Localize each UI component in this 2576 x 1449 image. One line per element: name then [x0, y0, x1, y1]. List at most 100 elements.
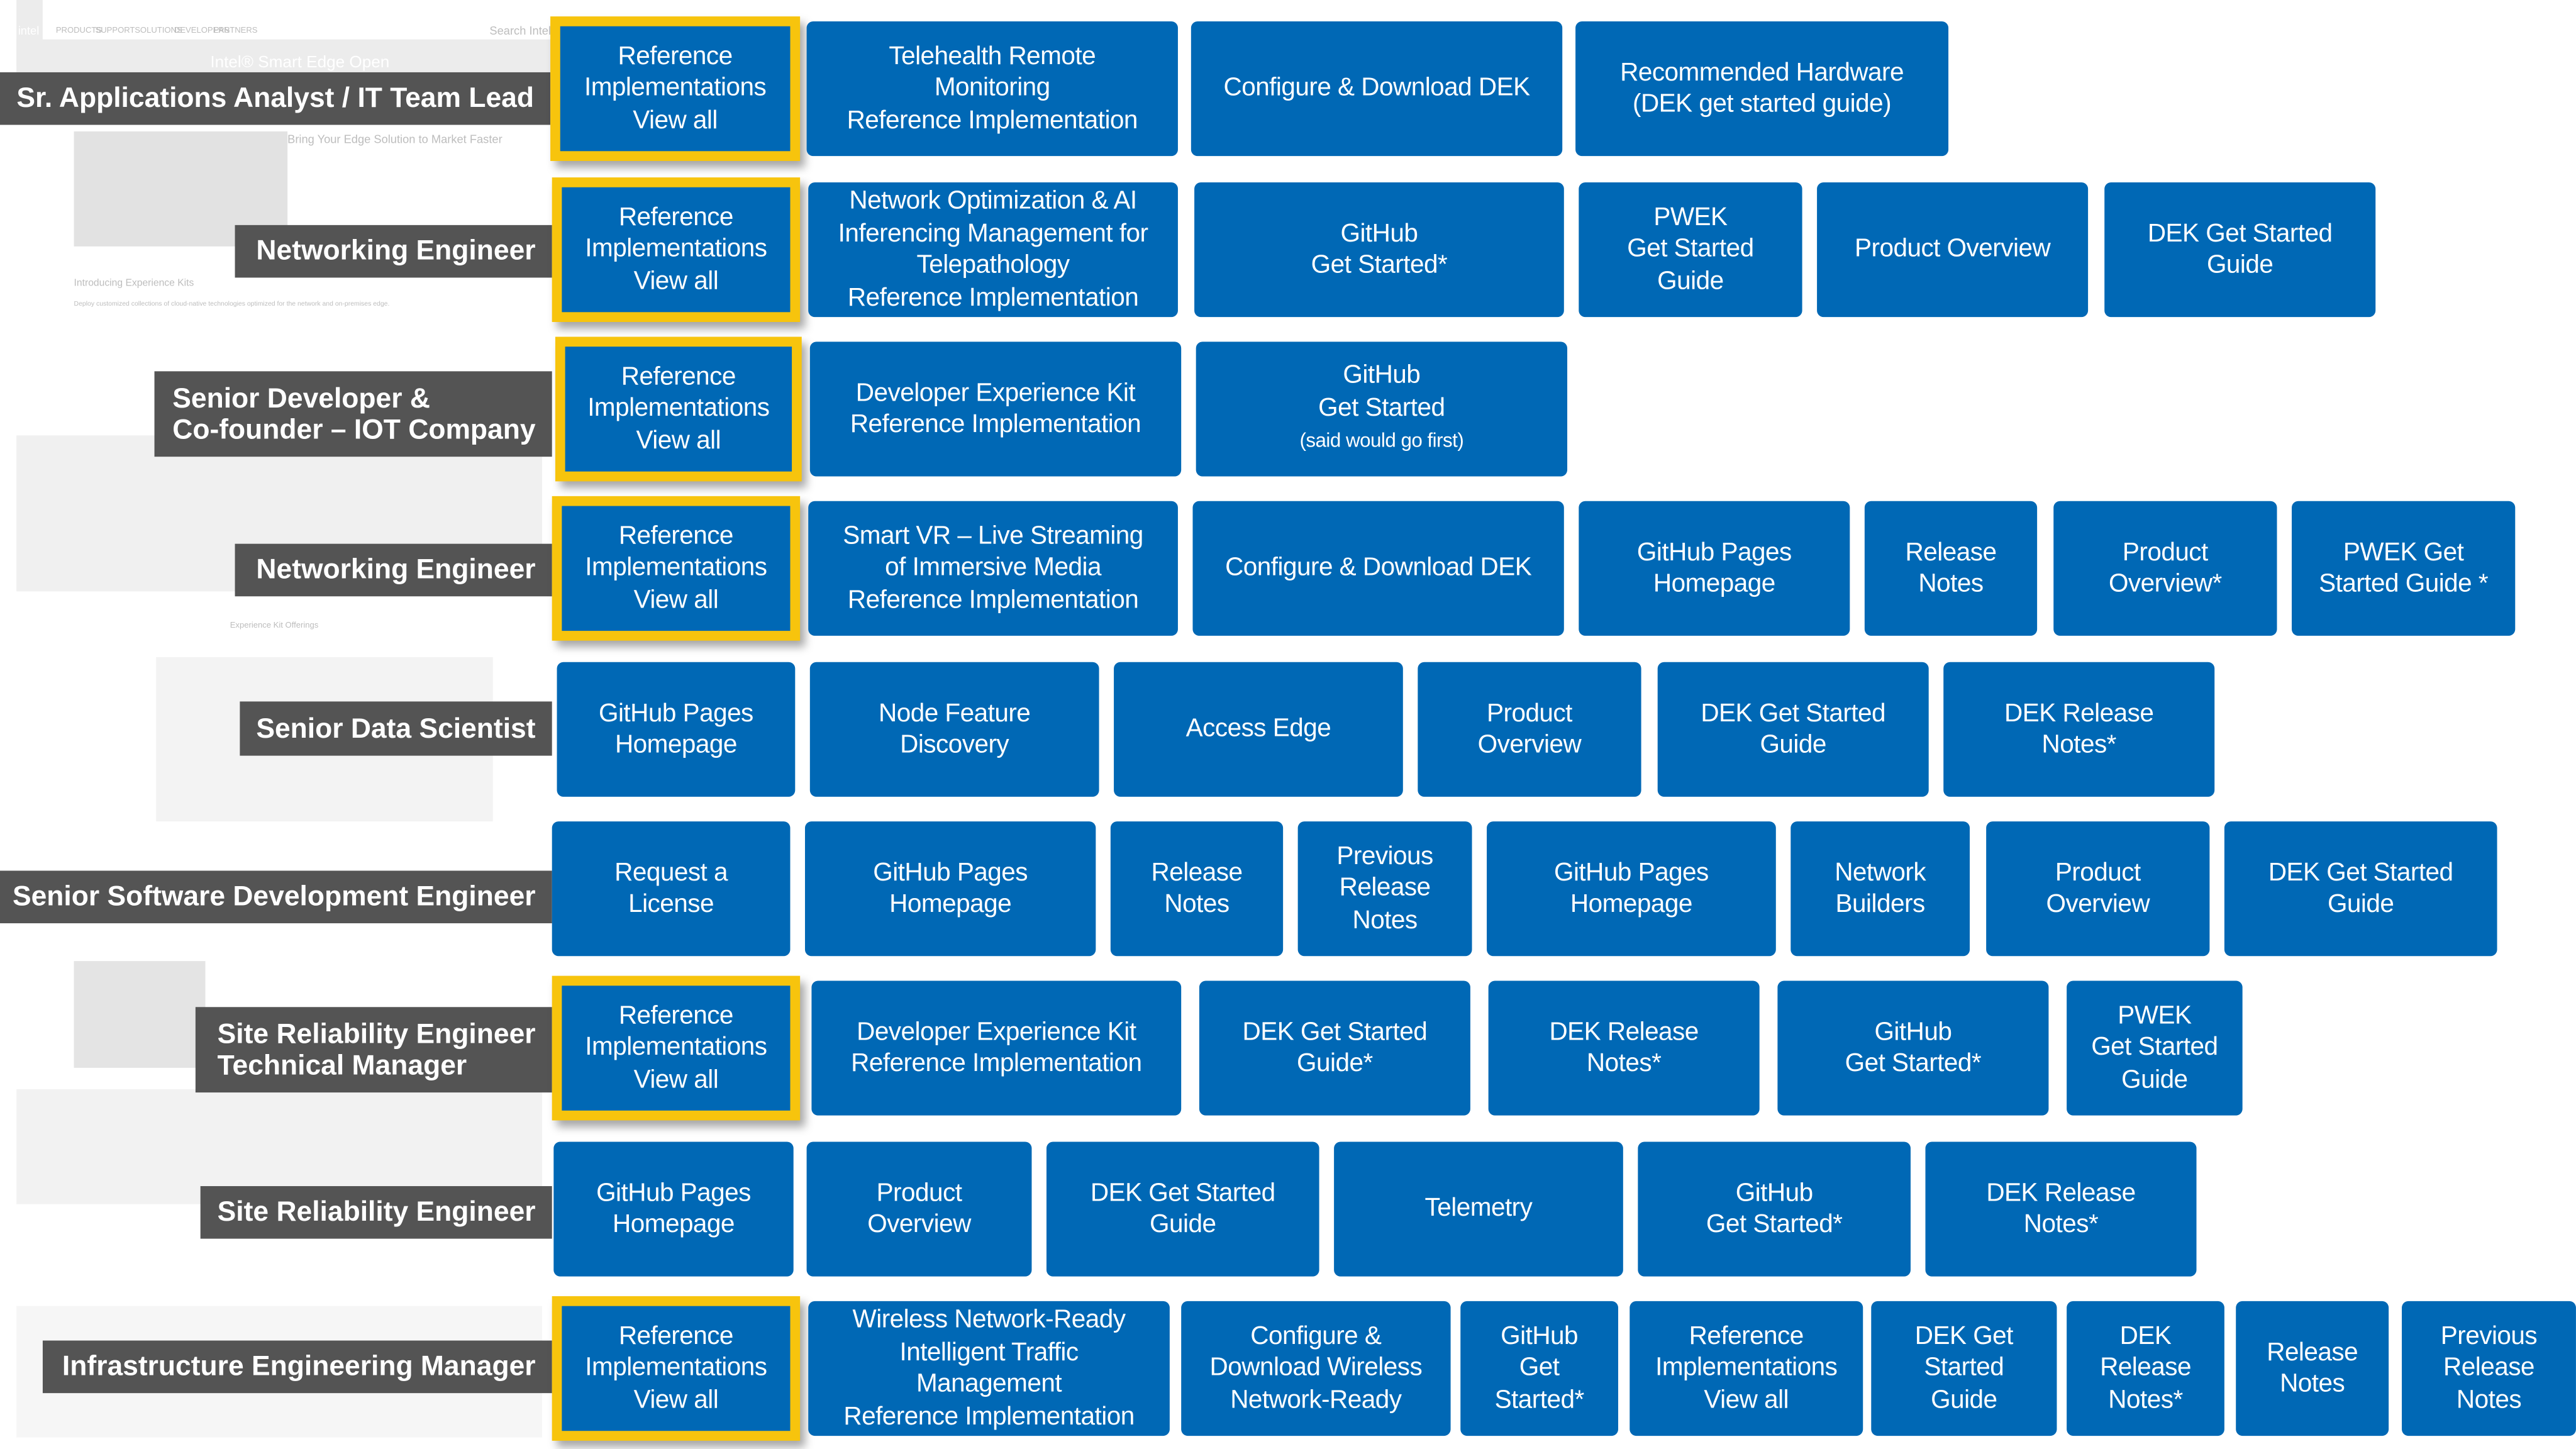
link-button-content: Node Feature Discovery — [879, 697, 1031, 762]
link-button-content: GitHub Get Started* — [1845, 1016, 1982, 1080]
highlight-frame: Reference Implementations View all — [550, 16, 801, 161]
link-button-content: Request a License — [614, 857, 728, 921]
link-button-label: Product Overview* — [2108, 538, 2222, 598]
reference-implementations-button[interactable]: Reference Implementations View all — [565, 347, 792, 472]
link-button-content: Smart VR – Live Streaming of Immersive M… — [843, 520, 1143, 616]
link-button-label: Reference Implementations View all — [1655, 1322, 1838, 1414]
link-button-content: DEK Get Started Guide — [1091, 1177, 1275, 1241]
link-button[interactable]: GitHub Pages Homepage — [1487, 821, 1776, 957]
background-section-heading: Bring Your Edge Solution to Market Faste… — [287, 135, 502, 147]
link-button[interactable]: DEK Get Started Guide — [2224, 821, 2497, 957]
link-button[interactable]: Reference Implementations View all — [1629, 1301, 1863, 1436]
link-button[interactable]: Developer Experience Kit Reference Imple… — [809, 341, 1182, 477]
link-button[interactable]: DEK Release Notes* — [1488, 980, 1760, 1116]
link-button[interactable]: DEK Get Started Guide — [1657, 662, 1929, 797]
link-button-label: GitHub Get Started — [1318, 362, 1445, 422]
link-button[interactable]: GitHub Pages Homepage — [553, 1141, 794, 1277]
link-button[interactable]: Release Notes — [2236, 1301, 2389, 1436]
link-button[interactable]: Configure & Download Wireless Network-Re… — [1181, 1301, 1451, 1436]
link-button-label: GitHub Get Started* — [1845, 1018, 1982, 1078]
role-label: Sr. Applications Analyst / IT Team Lead — [0, 72, 551, 125]
link-button-content: Product Overview — [1478, 697, 1582, 762]
link-button-label: DEK Get Started Guide — [1090, 1179, 1275, 1239]
link-button-label: PWEK Get Started Guide * — [2319, 538, 2489, 598]
link-button[interactable]: DEK Release Notes* — [1925, 1141, 2197, 1277]
reference-implementations-button[interactable]: Reference Implementations View all — [562, 506, 791, 631]
link-button[interactable]: Network Builders — [1790, 821, 1970, 957]
link-button[interactable]: DEK Release Notes* — [1943, 662, 2215, 797]
link-button[interactable]: GitHub Get Started (said would go first) — [1196, 341, 1568, 477]
link-button[interactable]: Configure & Download DEK — [1191, 21, 1563, 157]
link-button[interactable]: GitHub Pages Homepage — [557, 662, 796, 797]
link-button-content: GitHub Pages Homepage — [873, 857, 1028, 921]
link-button-content: DEK Release Notes* — [2100, 1321, 2191, 1417]
link-button[interactable]: GitHub Pages Homepage — [804, 821, 1096, 957]
link-button-label: Recommended Hardware (DEK get started gu… — [1620, 58, 1904, 119]
link-button[interactable]: DEK Get Started Guide — [1871, 1301, 2057, 1436]
link-button[interactable]: Product Overview* — [2053, 501, 2277, 636]
link-button[interactable]: Previous Release Notes — [1297, 821, 1472, 957]
link-button[interactable]: DEK Get Started Guide* — [1199, 980, 1470, 1116]
link-button[interactable]: DEK Get Started Guide — [1046, 1141, 1319, 1277]
link-button[interactable]: GitHub Get Started* — [1638, 1141, 1911, 1277]
link-button[interactable]: Telemetry — [1334, 1141, 1623, 1277]
link-button[interactable]: Wireless Network-Ready Intelligent Traff… — [808, 1301, 1170, 1436]
link-button[interactable]: Product Overview — [1817, 182, 2089, 318]
role-label: Senior Developer & Co-founder – IOT Comp… — [154, 371, 552, 457]
link-button-content: Release Notes — [1152, 857, 1243, 921]
link-button-label: Developer Experience Kit Reference Imple… — [850, 379, 1141, 439]
link-button-label: DEK Release Notes* — [1986, 1179, 2136, 1239]
link-button-label: Previous Release Notes — [2440, 1322, 2538, 1414]
link-button-content: Developer Experience Kit Reference Imple… — [851, 1016, 1142, 1080]
link-button[interactable]: GitHub Pages Homepage — [1579, 501, 1850, 636]
link-button-label: GitHub Pages Homepage — [596, 1179, 751, 1239]
link-button[interactable]: Product Overview — [1986, 821, 2210, 957]
link-button-label: Product Overview — [2046, 858, 2150, 919]
link-button[interactable]: Developer Experience Kit Reference Imple… — [811, 980, 1182, 1116]
link-button[interactable]: Telehealth Remote Monitoring Reference I… — [806, 21, 1178, 157]
link-button[interactable]: DEK Release Notes* — [2067, 1301, 2224, 1436]
link-button[interactable]: Previous Release Notes — [2402, 1301, 2576, 1436]
link-button[interactable]: PWEK Get Started Guide — [2067, 980, 2243, 1116]
link-button-label: Configure & Download DEK — [1225, 553, 1532, 582]
link-button[interactable]: Recommended Hardware (DEK get started gu… — [1575, 21, 1949, 157]
link-button-content: Network Builders — [1835, 857, 1926, 921]
link-button[interactable]: GitHub Get Started* — [1777, 980, 2049, 1116]
link-button[interactable]: Configure & Download DEK — [1192, 501, 1564, 636]
link-button[interactable]: Product Overview — [806, 1141, 1032, 1277]
role-label: Infrastructure Engineering Manager — [42, 1340, 552, 1394]
reference-implementations-button[interactable]: Reference Implementations View all — [560, 26, 791, 152]
link-button[interactable]: GitHub Get Started* — [1460, 1301, 1619, 1436]
link-button-content: Configure & Download Wireless Network-Re… — [1210, 1321, 1423, 1417]
link-button-label: Release Notes — [1905, 538, 1997, 598]
link-button[interactable]: GitHub Get Started* — [1194, 182, 1564, 318]
link-button-content: PWEK Get Started Guide * — [2319, 536, 2489, 601]
link-button[interactable]: PWEK Get Started Guide * — [2292, 501, 2516, 636]
reference-implementations-button[interactable]: Reference Implementations View all — [562, 1306, 791, 1431]
link-button-content: DEK Get Started Guide — [2148, 218, 2333, 282]
link-button[interactable]: Access Edge — [1114, 662, 1403, 797]
link-button-label: Product Overview — [1855, 235, 2051, 264]
background-hero-title: Intel® Smart Edge Open — [210, 54, 390, 72]
link-button-label: Reference Implementations View all — [585, 1001, 767, 1094]
role-label: Site Reliability Engineer — [200, 1186, 552, 1239]
link-button[interactable]: Node Feature Discovery — [809, 662, 1099, 797]
link-button[interactable]: Release Notes — [1864, 501, 2038, 636]
persona-navigation-map: intel PRODUCTS SUPPORT SOLUTIONS DEVELOPERS… — [0, 0, 2576, 1449]
link-button[interactable]: Smart VR – Live Streaming of Immersive M… — [808, 501, 1178, 636]
link-button[interactable]: Request a License — [552, 821, 791, 957]
role-label: Senior Software Development Engineer — [0, 870, 552, 924]
link-button[interactable]: PWEK Get Started Guide — [1579, 182, 1802, 318]
link-button-label: DEK Get Started Guide — [1701, 699, 1886, 759]
highlight-frame: Reference Implementations View all — [552, 975, 801, 1121]
reference-implementations-button[interactable]: Reference Implementations View all — [562, 187, 791, 313]
link-button[interactable]: DEK Get Started Guide — [2104, 182, 2376, 318]
link-button[interactable]: Product Overview — [1418, 662, 1641, 797]
link-button-content: Reference Implementations View all — [585, 1321, 767, 1417]
reference-implementations-button[interactable]: Reference Implementations View all — [562, 985, 791, 1111]
link-button[interactable]: Release Notes — [1110, 821, 1284, 957]
link-button[interactable]: Network Optimization & AI Inferencing Ma… — [808, 182, 1178, 318]
link-button-content: Product Overview* — [2109, 536, 2222, 601]
link-button-label: Reference Implementations View all — [587, 362, 770, 455]
background-image-2 — [74, 961, 206, 1068]
